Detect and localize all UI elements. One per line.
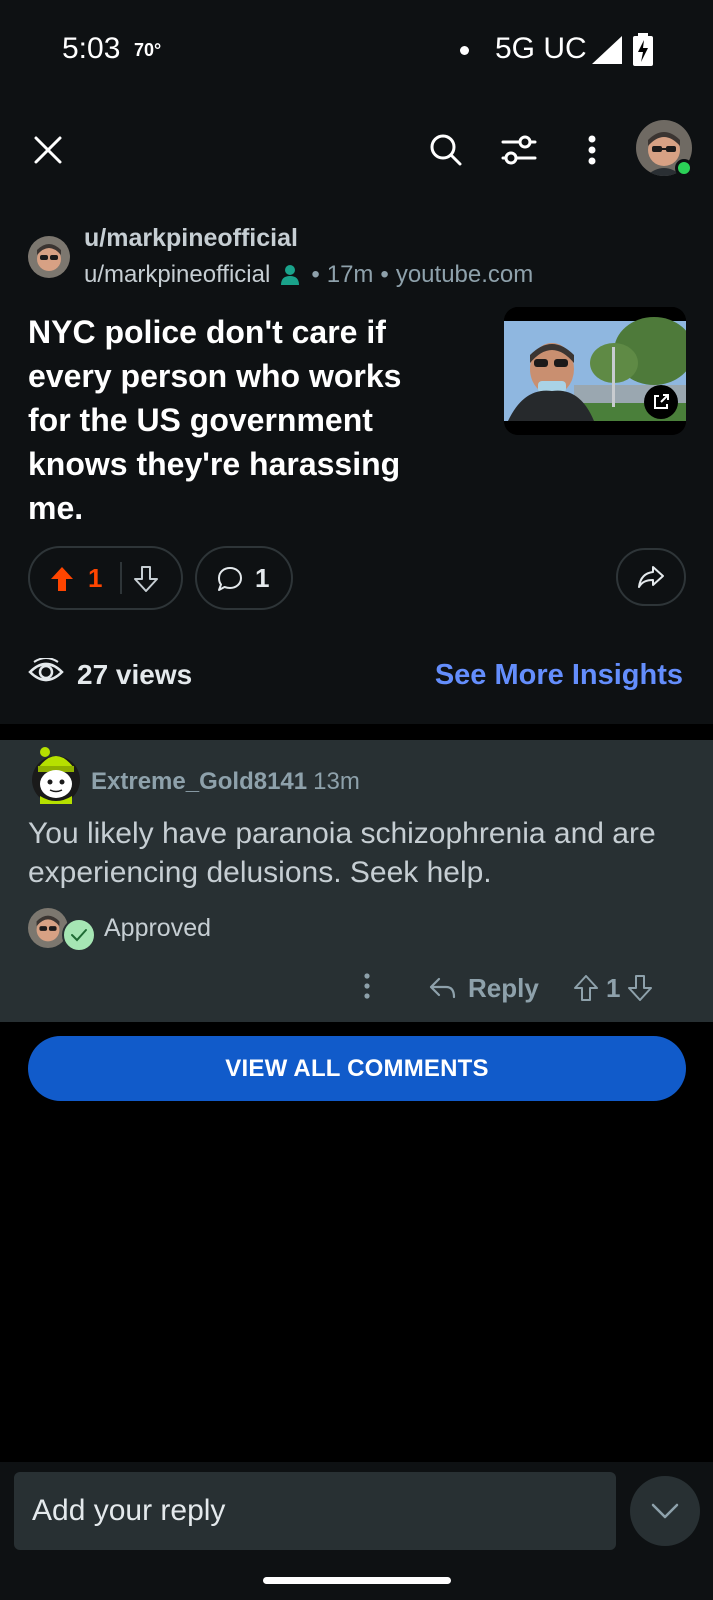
meta-separator: • (380, 261, 389, 288)
approved-check-icon (62, 918, 96, 952)
comment-vote-control: 1 (574, 970, 653, 1006)
comment-header: Extreme_Gold8141 13m (91, 768, 360, 796)
comment-icon (218, 567, 242, 591)
collapse-button[interactable] (630, 1476, 700, 1546)
post-subreddit-name[interactable]: u/markpineofficial (84, 224, 298, 253)
see-more-insights-link[interactable]: See More Insights (435, 659, 683, 692)
reply-label: Reply (468, 972, 539, 1003)
mod-tools-icon (501, 135, 537, 165)
online-status-indicator (675, 159, 693, 177)
comment-downvote-icon[interactable] (628, 975, 653, 1001)
network-type: 5G UC (495, 32, 587, 65)
moderator-icon (280, 264, 300, 286)
notification-dot-icon (460, 46, 469, 55)
battery-charging-icon (633, 33, 653, 66)
comment-score: 1 (606, 972, 621, 1003)
approved-label: Approved (104, 913, 212, 942)
vote-control: 1 (28, 546, 183, 610)
status-temperature: 70° (134, 40, 162, 60)
search-icon (430, 134, 462, 166)
external-link-button[interactable] (644, 385, 678, 419)
chevron-down-icon (651, 1503, 679, 1519)
upvote-icon[interactable] (50, 566, 74, 592)
close-button[interactable] (26, 128, 70, 172)
commenter-avatar[interactable] (28, 746, 84, 804)
post-age: 17m (326, 261, 374, 288)
commenter-username[interactable]: Extreme_Gold8141 (91, 768, 307, 795)
comment-card[interactable]: Extreme_Gold8141 13m You likely have para… (0, 740, 713, 1022)
close-icon (34, 136, 62, 164)
comment-body: You likely have paranoia schizophrenia a… (28, 817, 656, 889)
post-author-name[interactable]: u/markpineofficial (84, 261, 270, 289)
views-eye-icon (28, 658, 64, 682)
home-gesture-bar[interactable] (263, 1577, 451, 1584)
post-meta: u/markpineofficial • 17m • youtube.com (84, 261, 533, 289)
post-author-avatar[interactable] (28, 236, 70, 278)
view-all-comments-button[interactable]: VIEW ALL COMMENTS (28, 1036, 686, 1101)
meta-separator: • (311, 261, 320, 288)
reply-input[interactable] (14, 1472, 616, 1550)
approver-avatar (28, 908, 68, 948)
more-options-button[interactable] (570, 128, 614, 172)
vote-divider (120, 562, 122, 594)
upvote-count: 1 (88, 563, 103, 593)
comment-count: 1 (255, 563, 270, 593)
more-vertical-icon (588, 135, 596, 165)
comments-button[interactable]: 1 (195, 546, 293, 610)
commenter-snoo-image (32, 747, 80, 804)
reply-arrow-icon (429, 977, 456, 999)
approved-indicator: Approved (28, 904, 211, 952)
post-thumbnail[interactable] (504, 307, 686, 435)
share-icon (638, 566, 664, 588)
share-button[interactable] (616, 548, 686, 606)
comment-reply-button[interactable]: Reply (428, 970, 539, 1006)
external-link-icon (654, 394, 669, 409)
post-title[interactable]: NYC police don't care if every person wh… (28, 310, 448, 530)
post-author-avatar-image (28, 236, 70, 278)
comment-more-button[interactable] (362, 970, 372, 1006)
comment-age: 13m (313, 768, 360, 795)
view-count: 27 views (77, 659, 193, 690)
mod-tools-button[interactable] (497, 128, 541, 172)
comment-upvote-icon[interactable] (574, 975, 598, 1001)
status-time: 5:03 (62, 32, 121, 65)
post-domain[interactable]: youtube.com (396, 261, 533, 289)
signal-icon (592, 36, 622, 64)
more-vertical-icon (364, 973, 370, 999)
status-bar: 5:03 70° 5G UC (0, 0, 713, 100)
downvote-icon[interactable] (134, 566, 158, 592)
search-button[interactable] (424, 128, 468, 172)
